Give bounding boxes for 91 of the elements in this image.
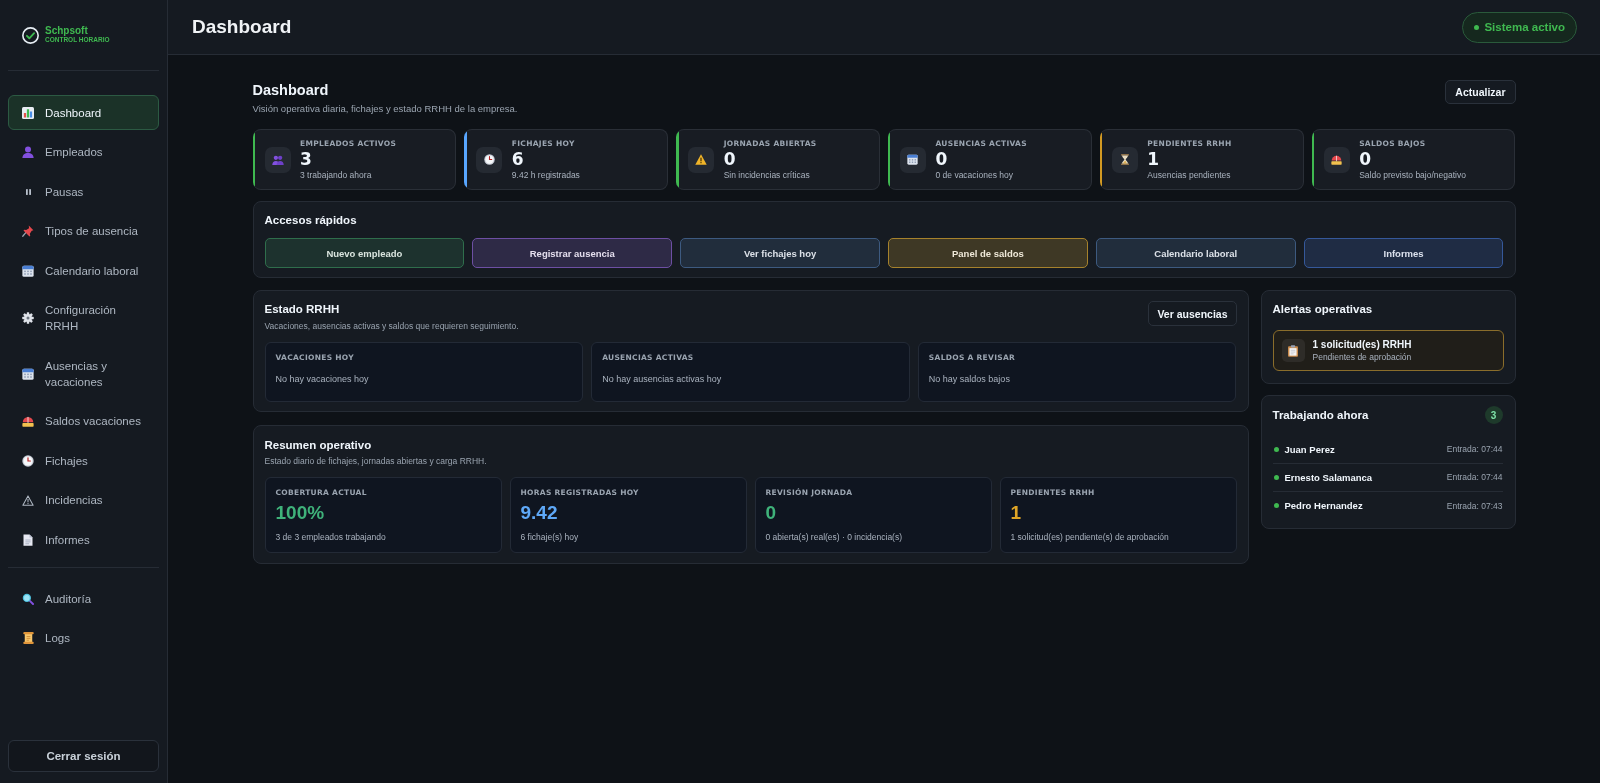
panel-title: Estado RRHH — [264, 302, 341, 317]
stat-note: Sin incidencias críticas — [723, 169, 811, 181]
sidebar-item[interactable]: Logs — [8, 620, 159, 656]
stat-value: 3 — [300, 149, 313, 169]
magnifier-icon — [22, 592, 34, 605]
status-dot-icon — [1273, 503, 1279, 508]
warning-icon — [22, 494, 34, 506]
pause-icon — [25, 188, 31, 195]
quick-action-button[interactable]: Registrar ausencia — [472, 238, 673, 268]
employee-name: Pedro Hernandez — [1284, 500, 1363, 511]
clock-icon — [22, 454, 34, 467]
metric-note: 1 solicitud(es) pendiente(s) de aprobación — [1010, 531, 1170, 543]
sidebar-item[interactable]: Pausas — [8, 174, 159, 209]
sidebar-item[interactable]: Configuración RRHH — [8, 292, 159, 344]
view-absences-button[interactable]: Ver ausencias — [1148, 301, 1237, 326]
warning-icon — [688, 146, 715, 173]
sidebar-item[interactable]: Tipos de ausencia — [8, 213, 159, 249]
quick-action-button[interactable]: Ver fichajes hoy — [680, 238, 880, 268]
check-circle-icon — [22, 26, 39, 44]
panel-title: Alertas operativas — [1272, 302, 1374, 317]
hourglass-icon — [1111, 146, 1138, 173]
metric-note: 0 abierta(s) real(es) · 0 incidencia(s) — [765, 531, 904, 543]
calendar-icon — [900, 146, 926, 173]
status-dot-icon — [1273, 446, 1279, 452]
stat-value: 0 — [1359, 149, 1372, 169]
metric-value: 9.42 — [520, 501, 559, 525]
stat-value: 1 — [1147, 149, 1161, 169]
stat-note: Ausencias pendientes — [1147, 169, 1232, 181]
panel-title: Resumen operativo — [264, 437, 373, 453]
stat-value: 0 — [935, 149, 949, 169]
clipboard-icon — [1281, 339, 1305, 362]
pushpin-icon — [22, 225, 34, 237]
refresh-button[interactable]: Actualizar — [1445, 80, 1516, 104]
stat-value: 6 — [511, 149, 525, 169]
sidebar-item[interactable]: Fichajes — [8, 443, 159, 478]
sidebar-item[interactable]: Calendario laboral — [8, 253, 159, 288]
panel-title: Trabajando ahora — [1272, 408, 1369, 423]
stat-note: 3 trabajando ahora — [300, 169, 373, 181]
umbrella-icon — [1323, 146, 1350, 173]
sidebar-item[interactable]: Informes — [8, 522, 159, 557]
quick-action-button[interactable]: Nuevo empleado — [264, 238, 465, 268]
sidebar-item[interactable]: Incidencias — [8, 482, 159, 518]
metric-value: 100% — [275, 501, 326, 525]
sidebar-item[interactable]: Dashboard — [8, 95, 159, 130]
status-text: Sistema activo — [1484, 21, 1565, 33]
document-icon — [23, 533, 33, 546]
clock-icon — [476, 146, 503, 173]
sidebar-item[interactable]: Ausencias y vacaciones — [8, 348, 159, 399]
sidebar-item[interactable]: Auditoría — [8, 581, 159, 616]
metric-value: 1 — [1010, 501, 1023, 525]
metric-value: 0 — [765, 501, 778, 525]
sidebar-item[interactable]: Saldos vacaciones — [8, 403, 159, 439]
employee-name: Ernesto Salamanca — [1284, 471, 1373, 483]
people-icon — [264, 146, 291, 173]
header-title: Dashboard — [192, 16, 292, 38]
entry-time: Entrada: 07:43 — [1446, 500, 1503, 511]
gear-icon — [22, 312, 34, 324]
calendar-icon — [22, 264, 34, 277]
umbrella-icon — [22, 415, 34, 427]
stat-note: 9.42 h registradas — [511, 169, 580, 181]
entry-time: Entrada: 07:44 — [1446, 444, 1503, 454]
stat-note: 0 de vacaciones hoy — [935, 169, 1014, 181]
panel-title: Accesos rápidos — [264, 213, 358, 228]
panel-subtitle: Estado diario de fichajes, jornadas abiertas y carga RRHH. — [264, 455, 488, 467]
quick-action-button[interactable]: Informes — [1303, 238, 1504, 268]
bar-chart-icon — [22, 106, 34, 119]
employee-name: Juan Perez — [1284, 443, 1335, 455]
quick-action-button[interactable]: Calendario laboral — [1095, 238, 1296, 268]
brand-name: Schpsoft — [45, 24, 89, 36]
box-text: No hay vacaciones hoy — [275, 373, 370, 386]
box-text: No hay saldos bajos — [928, 373, 1011, 386]
metric-note: 3 de 3 empleados trabajando — [275, 531, 387, 543]
stat-value: 0 — [723, 149, 737, 169]
quick-action-button[interactable]: Panel de saldos — [888, 238, 1088, 268]
panel-subtitle: Vacaciones, ausencias activas y saldos que requieren seguimiento. — [264, 320, 519, 332]
stat-note: Saldo previsto bajo/negativo — [1359, 169, 1466, 181]
page-subtitle: Visión operativa diaria, fichajes y estado RRHH de la empresa. — [252, 102, 518, 116]
alert-note: Pendientes de aprobación — [1312, 351, 1412, 363]
entry-time: Entrada: 07:44 — [1446, 472, 1503, 482]
calendar-icon — [22, 367, 34, 380]
page-heading: Dashboard — [252, 81, 330, 100]
metric-note: 6 fichaje(s) hoy — [520, 531, 580, 543]
scroll-icon — [22, 632, 34, 644]
person-icon — [22, 146, 34, 158]
box-text: No hay ausencias activas hoy — [602, 373, 723, 386]
count-badge: 3 — [1484, 406, 1503, 424]
alert-title: 1 solicitud(es) RRHH — [1312, 338, 1412, 351]
status-dot-icon — [1273, 474, 1279, 480]
logout-button[interactable]: Cerrar sesión — [8, 740, 159, 772]
sidebar-item[interactable]: Empleados — [8, 134, 159, 170]
status-dot-icon — [1474, 24, 1480, 30]
